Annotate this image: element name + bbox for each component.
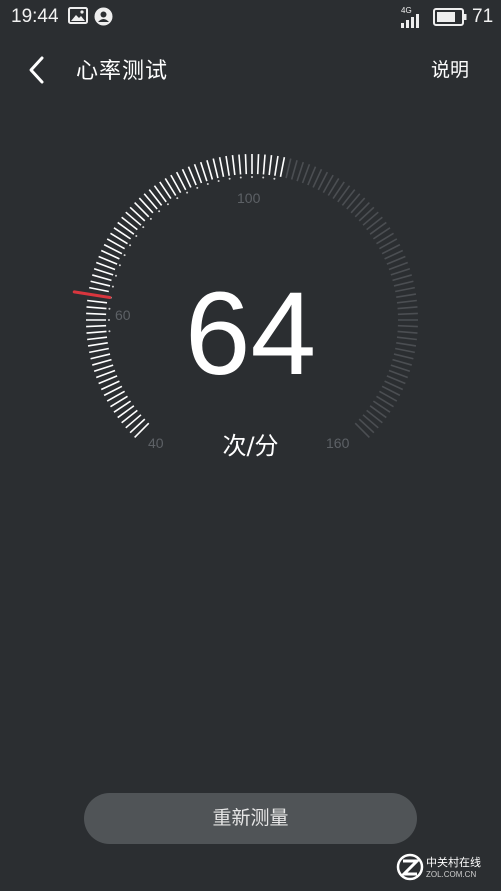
gauge-inner-dot — [251, 176, 253, 178]
gauge-tick — [350, 197, 366, 214]
gauge-tick — [285, 158, 292, 179]
watermark-brand-en: ZOL.COM.CN — [426, 870, 477, 879]
zol-logo-icon — [396, 853, 424, 881]
gauge-tick — [238, 154, 242, 175]
gauge-tick — [301, 163, 311, 184]
gauge-inner-dot — [186, 191, 189, 194]
gauge-inner-dot — [135, 234, 138, 237]
gauge-inner-dot — [129, 244, 132, 247]
gauge-inner-dot — [196, 186, 199, 189]
heart-rate-value: 64 — [184, 268, 317, 400]
gauge-tick — [274, 155, 279, 176]
zol-watermark: 中关村在线 ZOL.COM.CN — [396, 852, 496, 886]
gauge-tick — [290, 160, 298, 180]
gauge-inner-dot — [166, 203, 169, 206]
gauge-inner-dot — [228, 177, 231, 180]
gauge-tick — [268, 155, 273, 176]
gauge-inner-dot — [149, 217, 152, 220]
gauge-tick — [218, 157, 225, 177]
gauge-tick — [199, 161, 208, 182]
gauge-inner-dot — [239, 176, 242, 179]
gauge-tick — [206, 160, 214, 180]
gauge-tick — [296, 161, 305, 182]
gauge-tick — [138, 197, 154, 214]
gauge-tick — [98, 255, 118, 265]
gauge-tick — [279, 157, 286, 177]
watermark-brand-cn: 中关村在线 — [426, 856, 481, 869]
retest-button[interactable]: 重新测量 — [84, 793, 417, 844]
gauge-tick — [354, 202, 370, 218]
gauge-tick — [386, 255, 406, 265]
gauge-inner-dot — [262, 176, 265, 179]
gauge-label-100: 100 — [237, 190, 261, 206]
gauge-tick — [358, 206, 375, 222]
gauge-inner-dot — [206, 182, 209, 185]
gauge-inner-dot — [158, 210, 161, 213]
heart-rate-unit: 次/分 — [222, 432, 279, 460]
gauge-tick — [212, 158, 219, 179]
gauge-inner-dot — [123, 254, 126, 257]
gauge-tick — [256, 154, 260, 175]
gauge-tick — [193, 163, 203, 184]
gauge-tick — [244, 154, 248, 175]
gauge-tick — [225, 155, 230, 176]
gauge-inner-dot — [176, 197, 179, 200]
gauge-tick — [262, 154, 266, 175]
gauge-tick — [134, 202, 150, 218]
gauge-tick — [307, 166, 317, 186]
gauge-tick — [129, 206, 146, 222]
gauge-tick — [187, 166, 197, 186]
gauge-inner-dot — [217, 179, 220, 182]
gauge-inner-dot — [273, 177, 276, 180]
gauge-inner-dot — [142, 226, 145, 229]
gauge-tick — [231, 155, 236, 176]
